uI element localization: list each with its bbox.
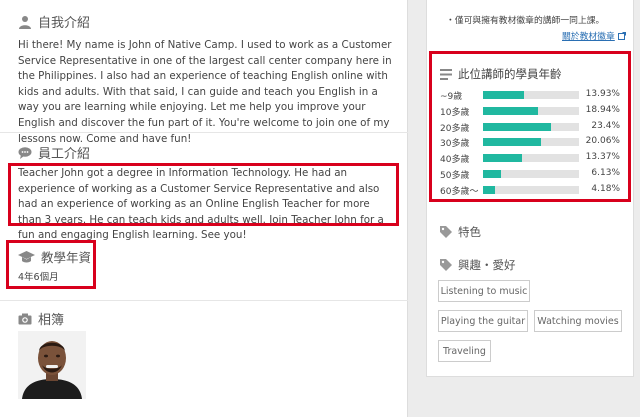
age-stats-title: 此位講師的學員年齡	[458, 67, 562, 81]
highlight-box	[6, 240, 96, 289]
age-bar-track	[483, 154, 579, 163]
age-bar-fill	[483, 122, 552, 131]
age-row: 10多歲 18.94%	[440, 104, 620, 118]
age-bar-track	[483, 138, 579, 147]
age-percent: 18.94%	[585, 104, 620, 115]
external-link-icon	[617, 31, 626, 40]
album-heading: 相簿	[18, 309, 64, 328]
divider	[0, 300, 408, 301]
age-bar-fill	[483, 138, 542, 147]
age-row: ~9歲 13.93%	[440, 88, 620, 102]
camera-icon	[18, 313, 32, 324]
age-percent: 20.06%	[585, 136, 620, 147]
age-bar-track	[483, 91, 579, 99]
list-icon	[440, 68, 452, 80]
age-percent: 6.13%	[591, 168, 620, 178]
features-title: 特色	[458, 225, 481, 239]
age-label: 40多歲	[440, 155, 470, 166]
intro-title: 自我介紹	[38, 16, 91, 31]
age-bar-track	[483, 170, 579, 178]
tag-icon	[440, 226, 452, 238]
age-label: 60多歲～	[440, 186, 479, 197]
age-bar-fill	[483, 91, 524, 99]
staff-heading: 員工介紹	[18, 143, 90, 162]
age-bar-track	[483, 185, 579, 194]
badge-link[interactable]: 關於教材徽章	[562, 29, 626, 42]
divider	[0, 132, 408, 133]
comment-icon	[18, 146, 32, 159]
features-heading: 特色	[440, 224, 481, 240]
age-bar-fill	[483, 185, 496, 194]
teacher-photo[interactable]	[18, 331, 86, 399]
hobby-tag[interactable]: Traveling	[438, 340, 491, 362]
tag-icon	[440, 259, 452, 271]
teacher-photo-image	[18, 331, 86, 399]
hobby-tag[interactable]: Watching movies	[534, 310, 622, 332]
intro-heading: 自我介紹	[18, 12, 90, 31]
age-bar-track	[483, 106, 579, 115]
age-bar-fill	[483, 154, 522, 163]
age-label: 30多歲	[440, 139, 470, 150]
badge-note: ・僅可與擁有教材徽章的講師一同上課。	[446, 16, 605, 26]
age-label: 10多歲	[440, 107, 470, 118]
age-row: 20多歲 23.4%	[440, 120, 620, 134]
intro-text: Hi there! My name is John of Native Camp…	[18, 39, 392, 145]
staff-title: 員工介紹	[38, 147, 91, 162]
hobby-tag[interactable]: Playing the guitar	[438, 310, 528, 332]
highlight-box	[8, 163, 399, 226]
age-row: 50多歲 6.13%	[440, 167, 620, 181]
album-title: 相簿	[38, 313, 65, 328]
age-bar-fill	[483, 170, 501, 178]
user-icon	[19, 15, 31, 29]
age-label: ~9歲	[440, 92, 463, 102]
age-row: 40多歲 13.37%	[440, 151, 620, 165]
age-label: 50多歲	[440, 171, 470, 181]
age-percent: 23.4%	[591, 120, 620, 131]
age-label: 20多歲	[440, 123, 470, 134]
age-bar-track	[483, 122, 579, 131]
hobby-tag[interactable]: Listening to music	[438, 280, 530, 302]
age-stats-heading: 此位講師的學員年齡	[440, 66, 562, 82]
age-row: 30多歲 20.06%	[440, 135, 620, 149]
age-percent: 4.18%	[591, 183, 620, 194]
badge-link-label: 關於教材徽章	[562, 32, 615, 42]
age-percent: 13.37%	[585, 152, 620, 163]
hobbies-title: 興趣・愛好	[458, 258, 516, 272]
age-percent: 13.93%	[585, 89, 620, 99]
age-row: 60多歲～ 4.18%	[440, 183, 620, 197]
age-bar-fill	[483, 106, 539, 115]
hobbies-heading: 興趣・愛好	[440, 257, 516, 273]
